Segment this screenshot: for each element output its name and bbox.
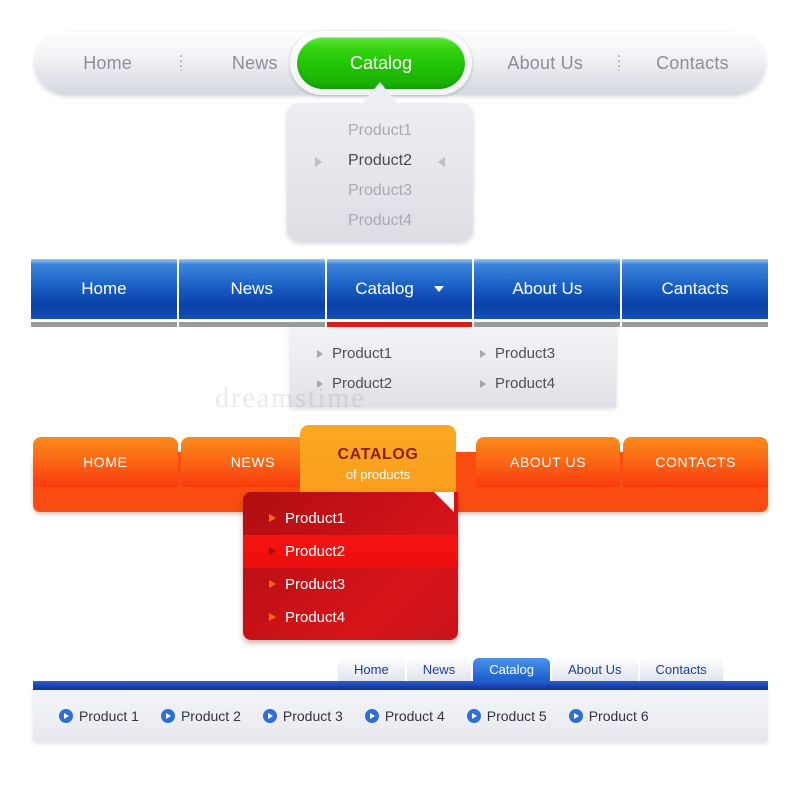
blue-nav-label: About Us <box>512 279 583 298</box>
dropdown-item-product2[interactable]: Product2 <box>287 146 473 176</box>
underline-segment <box>31 322 179 327</box>
play-circle-icon <box>568 709 583 723</box>
dropdown-item-product3[interactable]: Product3 <box>287 176 473 206</box>
triangle-left-icon <box>438 157 445 167</box>
orange-nav-item-about-us[interactable]: ABOUT US <box>475 437 621 487</box>
triangle-right-icon <box>480 380 486 388</box>
triangle-right-icon <box>269 514 276 522</box>
dropdown-item-label: Product2 <box>347 152 413 169</box>
blue-nav-item-home[interactable]: Home <box>31 259 179 319</box>
dropdown-item-label: Product3 <box>285 576 346 593</box>
underline-segment <box>622 322 768 327</box>
gray-dropdown-panel: Product1 Product2 Product3 Product4 <box>287 103 473 241</box>
blue-nav-label: News <box>230 279 273 298</box>
tab-news[interactable]: News <box>406 657 472 682</box>
triangle-right-icon <box>317 350 323 358</box>
play-circle-icon <box>160 709 175 723</box>
nav-item-about-us[interactable]: About Us <box>473 53 618 74</box>
chevron-down-icon <box>433 286 444 292</box>
dropdown-item-product3[interactable]: Product3 <box>453 339 616 369</box>
triangle-right-icon <box>269 547 276 555</box>
blue-dropdown-panel: Product1 Product3 Product2 Product4 <box>290 327 616 407</box>
product-link-1[interactable]: Product 1 <box>59 708 139 724</box>
dropdown-item-label: Product1 <box>285 510 346 527</box>
bottom-tabbar-accent-bar <box>33 681 768 690</box>
blue-nav-label: Cantacts <box>661 279 729 298</box>
catalog-subtitle: of products <box>345 467 411 482</box>
dropdown-item-label: Product4 <box>495 375 556 392</box>
product-link-label: Product 2 <box>180 708 241 724</box>
product-link-3[interactable]: Product 3 <box>262 708 343 724</box>
blue-nav-item-cantacts[interactable]: Cantacts <box>622 259 768 319</box>
triangle-right-icon <box>269 613 276 621</box>
tab-home[interactable]: Home <box>338 657 405 682</box>
blue-nav-item-news[interactable]: News <box>178 259 327 319</box>
triangle-right-icon <box>480 350 486 358</box>
product-link-label: Product 1 <box>79 708 139 724</box>
orange-nav-item-home[interactable]: HOME <box>33 437 178 487</box>
blue-navbar: Home News Catalog About Us Cantacts <box>31 259 768 319</box>
dropdown-item-product2[interactable]: Product2 <box>290 369 453 399</box>
blue-nav-item-about-us[interactable]: About Us <box>474 259 623 319</box>
tab-catalog[interactable]: Catalog <box>473 657 551 682</box>
nav-item-home[interactable]: Home <box>35 53 180 74</box>
triangle-right-icon <box>269 580 276 588</box>
dropdown-item-product4[interactable]: Product4 <box>243 601 458 634</box>
blue-nav-label: Home <box>81 279 127 298</box>
triangle-right-icon <box>315 157 322 167</box>
product-link-label: Product 6 <box>588 708 649 724</box>
bottom-product-list: Product 1 Product 2 Product 3 Product 4 … <box>33 690 768 742</box>
dropdown-item-product2[interactable]: Product2 <box>243 535 458 568</box>
dropdown-item-product1[interactable]: Product1 <box>290 339 453 369</box>
play-circle-icon <box>466 709 481 723</box>
play-circle-icon <box>364 709 379 723</box>
dropdown-corner-notch-icon <box>434 492 454 512</box>
product-link-label: Product 5 <box>486 708 547 724</box>
tab-contacts[interactable]: Contacts <box>639 657 723 682</box>
blue-nav-item-catalog[interactable]: Catalog <box>326 259 475 319</box>
bottom-tabbar: Home News Catalog About Us Contacts <box>338 657 725 682</box>
product-link-4[interactable]: Product 4 <box>364 708 445 724</box>
nav-item-contacts[interactable]: Contacts <box>620 53 765 74</box>
product-link-label: Product 3 <box>282 708 343 724</box>
dropdown-item-product4[interactable]: Product4 <box>453 369 616 399</box>
dropdown-pointer-arrow-icon <box>362 82 398 104</box>
dropdown-item-product4[interactable]: Product4 <box>287 206 473 236</box>
blue-nav-label: Catalog <box>355 279 414 298</box>
dropdown-item-label: Product1 <box>332 345 393 362</box>
dropdown-item-label: Product2 <box>332 375 393 392</box>
dropdown-item-label: Product3 <box>495 345 556 362</box>
dropdown-item-label: Product2 <box>285 543 346 560</box>
dropdown-item-label: Product4 <box>285 609 346 626</box>
dropdown-item-product3[interactable]: Product3 <box>243 568 458 601</box>
play-circle-icon <box>59 709 73 723</box>
product-link-label: Product 4 <box>384 708 445 724</box>
product-link-2[interactable]: Product 2 <box>160 708 241 724</box>
dropdown-item-product1[interactable]: Product1 <box>243 502 458 535</box>
orange-nav-item-contacts[interactable]: CONTACTS <box>623 437 768 487</box>
triangle-right-icon <box>317 380 323 388</box>
catalog-title: CATALOG <box>337 446 419 463</box>
tab-about-us[interactable]: About Us <box>552 657 638 682</box>
product-link-5[interactable]: Product 5 <box>466 708 547 724</box>
play-circle-icon <box>262 709 277 723</box>
product-link-6[interactable]: Product 6 <box>568 708 649 724</box>
dropdown-item-product1[interactable]: Product1 <box>287 116 473 146</box>
red-dropdown-panel: Product1 Product2 Product3 Product4 <box>243 492 458 640</box>
